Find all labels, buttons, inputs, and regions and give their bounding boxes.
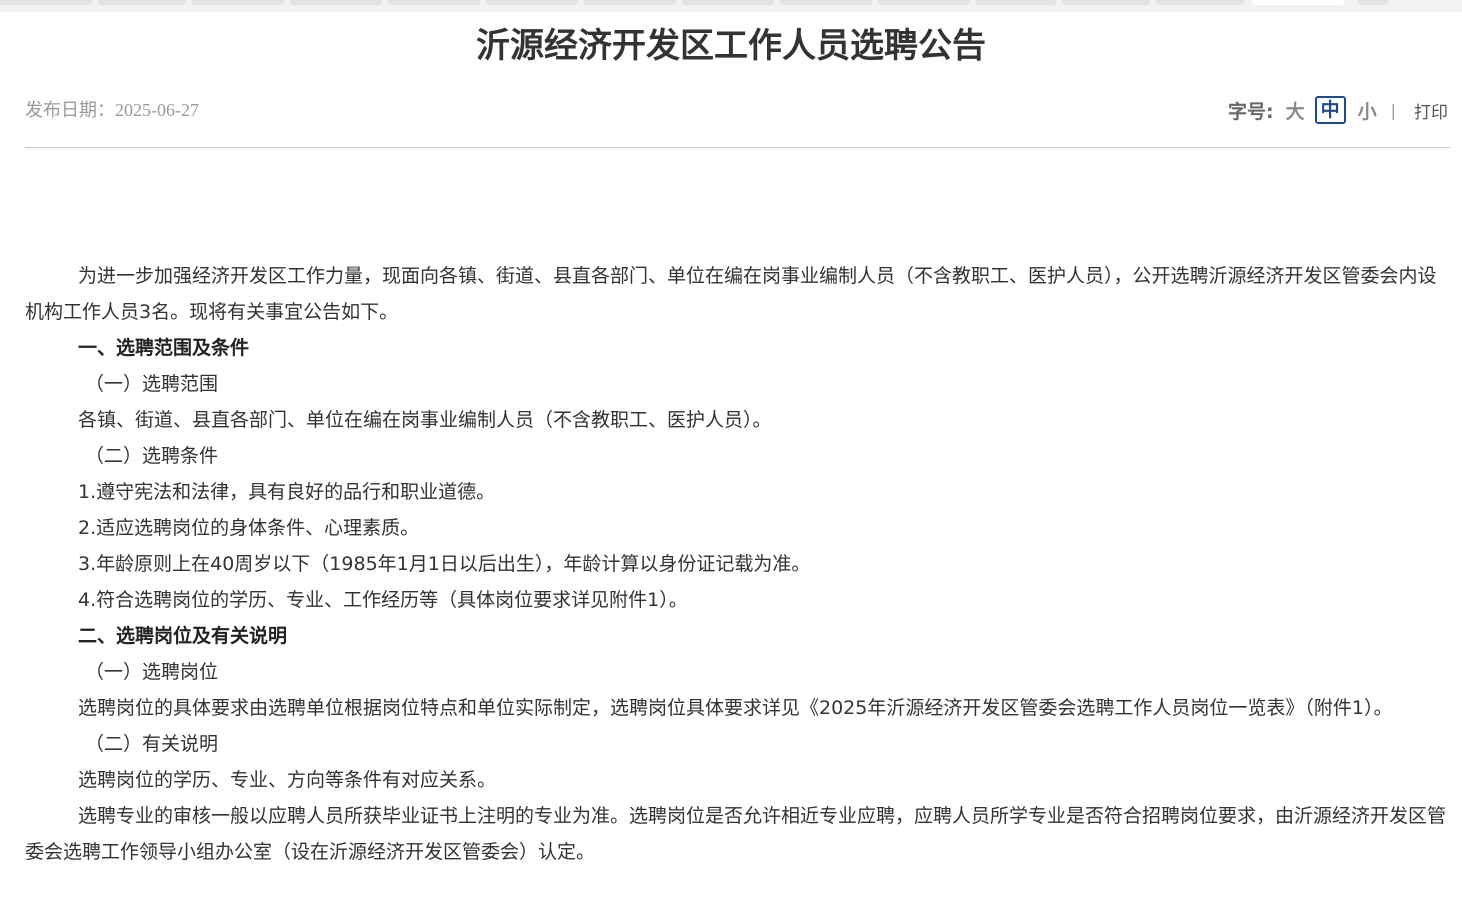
top-nav-tab[interactable] — [878, 0, 970, 5]
paragraph: 选聘岗位的学历、专业、方向等条件有对应关系。 — [78, 769, 497, 791]
top-nav-tab[interactable] — [780, 0, 872, 5]
publish-date-label: 发布日期： — [25, 100, 115, 121]
header-divider — [25, 147, 1450, 148]
condition-item: 4.符合选聘岗位的学历、专业、工作经历等（具体岗位要求详见附件1）。 — [78, 589, 688, 611]
print-button[interactable]: 打印 — [1414, 98, 1448, 123]
top-nav-tab[interactable] — [1358, 0, 1388, 5]
article-body: 为进一步加强经济开发区工作力量，现面向各镇、街道、县直各部门、单位在编在岗事业编… — [25, 258, 1450, 870]
top-nav-strip — [0, 0, 1462, 12]
top-nav-tab[interactable] — [388, 0, 480, 5]
top-nav-tab[interactable] — [192, 0, 284, 5]
paragraph: 选聘岗位的具体要求由选聘单位根据岗位特点和单位实际制定，选聘岗位具体要求详见《2… — [78, 697, 1393, 719]
article-title: 沂源经济开发区工作人员选聘公告 — [476, 26, 986, 66]
top-nav-tab-active[interactable] — [1252, 0, 1344, 5]
subsection-heading: （二）有关说明 — [85, 733, 219, 755]
font-size-large-button[interactable]: 大 — [1286, 97, 1305, 124]
font-size-small-button[interactable]: 小 — [1358, 97, 1377, 124]
publish-date-value: 2025-06-27 — [115, 100, 199, 120]
top-nav-tab[interactable] — [1156, 0, 1244, 5]
top-nav-tab[interactable] — [98, 0, 186, 5]
top-nav-tab[interactable] — [976, 0, 1056, 5]
condition-item: 3.年龄原则上在40周岁以下（1985年1月1日以后出生），年龄计算以身份证记载… — [78, 553, 811, 575]
section-heading: 二、选聘岗位及有关说明 — [78, 625, 288, 647]
condition-item: 1.遵守宪法和法律，具有良好的品行和职业道德。 — [78, 481, 496, 503]
intro-paragraph: 为进一步加强经济开发区工作力量，现面向各镇、街道、县直各部门、单位在编在岗事业编… — [25, 265, 1437, 323]
top-nav-tab[interactable] — [1062, 0, 1150, 5]
top-nav-tab[interactable] — [682, 0, 774, 5]
subsection-heading: （二）选聘条件 — [85, 445, 219, 467]
section-heading: 一、选聘范围及条件 — [78, 337, 250, 359]
top-nav-tab[interactable] — [486, 0, 578, 5]
subsection-heading: （一）选聘范围 — [85, 373, 219, 395]
font-size-medium-button[interactable]: 中 — [1314, 96, 1346, 124]
font-size-controls: 字号: 大 中 小 | 打印 — [1228, 94, 1448, 126]
font-controls-separator: | — [1390, 100, 1396, 120]
subsection-heading: （一）选聘岗位 — [85, 661, 219, 683]
condition-item: 2.适应选聘岗位的身体条件、心理素质。 — [78, 517, 420, 539]
top-nav-tab[interactable] — [290, 0, 382, 5]
top-nav-tab[interactable] — [584, 0, 676, 5]
font-size-label: 字号: — [1227, 100, 1274, 123]
paragraph: 选聘专业的审核一般以应聘人员所获毕业证书上注明的专业为准。选聘岗位是否允许相近专… — [25, 805, 1447, 863]
publish-date: 发布日期：2025-06-27 — [25, 97, 199, 124]
top-nav-tab[interactable] — [0, 0, 92, 5]
paragraph: 各镇、街道、县直各部门、单位在编在岗事业编制人员（不含教职工、医护人员）。 — [78, 409, 772, 431]
